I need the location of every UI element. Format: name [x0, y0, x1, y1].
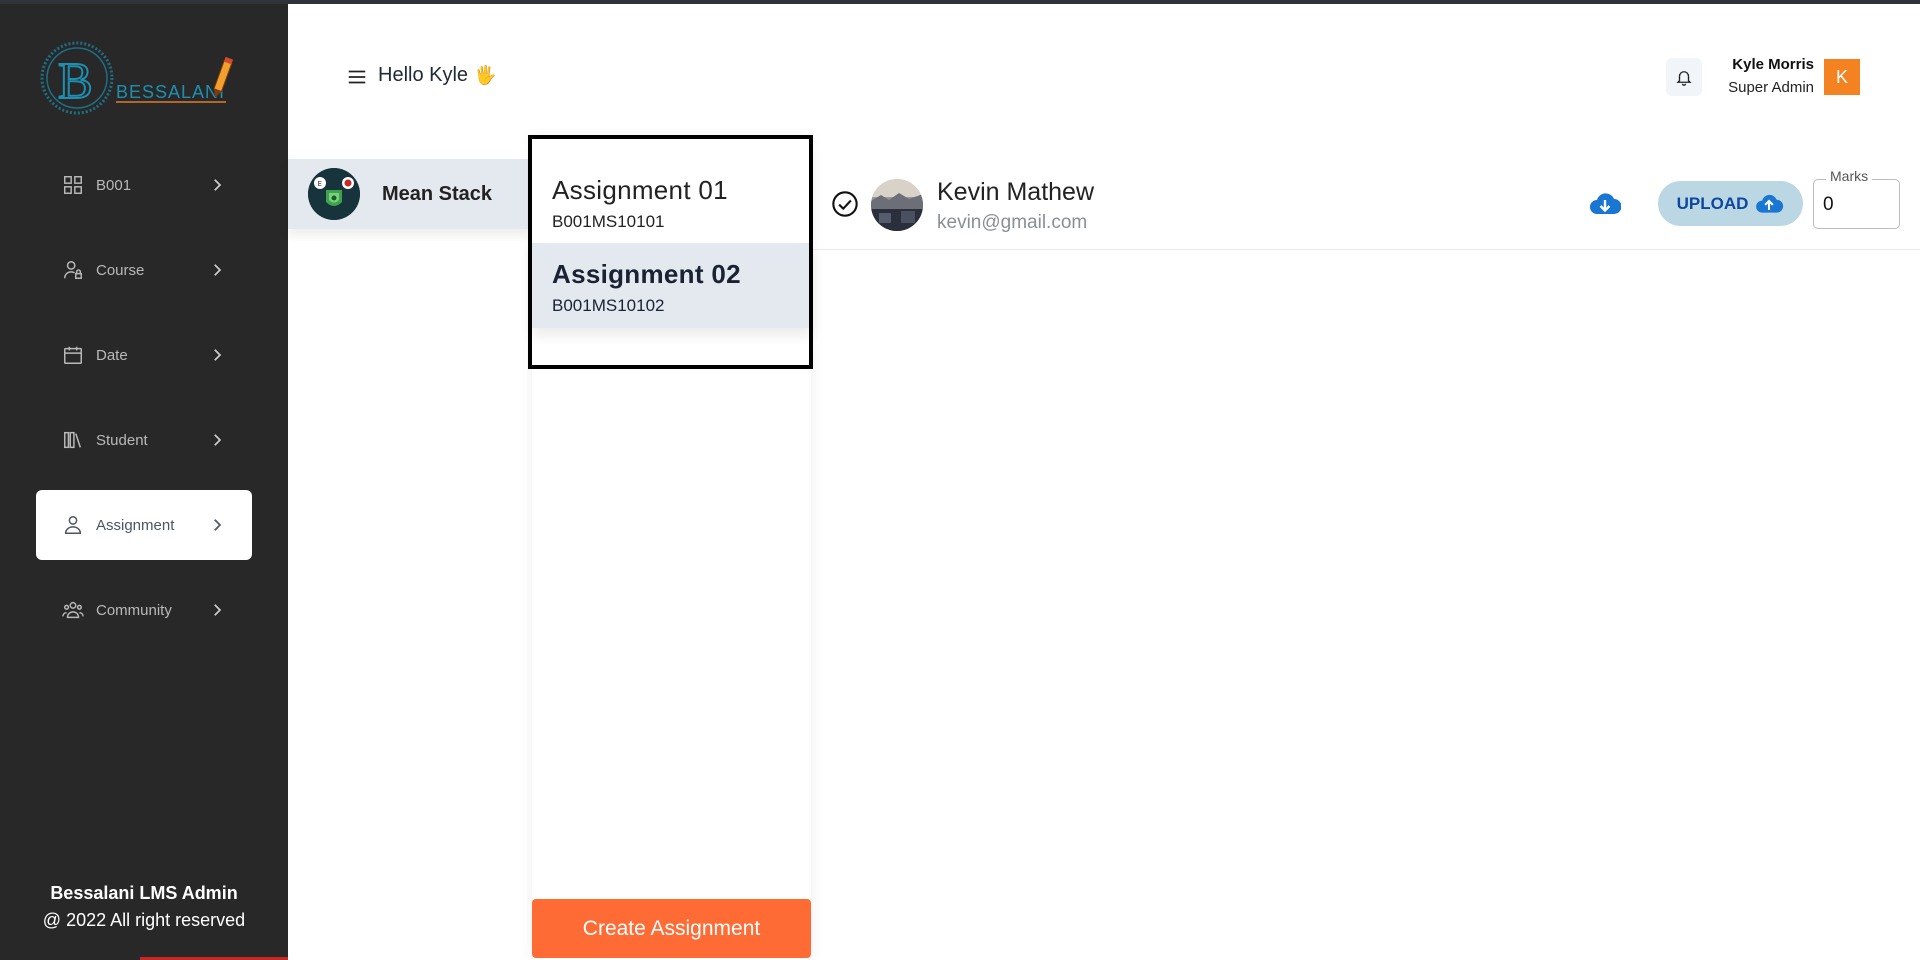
chevron-right-icon: [214, 179, 222, 191]
svg-text:B: B: [58, 53, 93, 110]
user-role: Super Admin: [1728, 79, 1814, 96]
chevron-right-icon: [214, 264, 222, 276]
sidebar-nav: B001 Course Date Student Assignment Comm…: [36, 150, 252, 660]
chevron-right-icon: [214, 519, 222, 531]
user-icon: [62, 514, 84, 536]
sidebar-item-student[interactable]: Student: [36, 405, 252, 475]
sidebar-item-label: B001: [96, 176, 132, 194]
footer-title: Bessalani LMS Admin: [50, 883, 238, 903]
assignment-title: Assignment 02: [552, 259, 741, 289]
assignment-code: B001MS10101: [552, 212, 665, 231]
create-assignment-button[interactable]: Create Assignment: [532, 899, 811, 958]
assignment-item[interactable]: Assignment 01 B001MS10101: [532, 159, 811, 244]
sidebar-item-label: Course: [96, 261, 145, 279]
marks-label: Marks: [1826, 168, 1873, 184]
sidebar-item-course[interactable]: Course: [36, 235, 252, 305]
top-border: [0, 0, 1920, 4]
upload-button[interactable]: UPLOAD: [1658, 181, 1803, 226]
footer-copyright: @ 2022 All right reserved: [42, 910, 246, 930]
sidebar-item-label: Assignment: [96, 516, 175, 534]
wave-emoji: 🖐: [474, 65, 497, 85]
assignment-title: Assignment 01: [552, 175, 728, 205]
chevron-right-icon: [214, 434, 222, 446]
user-name: Kyle Morris: [1732, 56, 1814, 73]
group-icon: [62, 599, 84, 621]
assignment-item-selected[interactable]: Assignment 02 B001MS10102: [532, 243, 811, 328]
hamburger-menu-icon[interactable]: [346, 66, 368, 88]
sidebar-item-label: Date: [96, 346, 128, 364]
calendar-icon: [62, 344, 84, 366]
sidebar-item-b001[interactable]: B001: [36, 150, 252, 220]
assignment-code: B001MS10102: [552, 296, 665, 315]
sidebar-item-date[interactable]: Date: [36, 320, 252, 390]
user-lock-icon: [62, 259, 84, 281]
marks-input[interactable]: [1823, 192, 1893, 218]
course-item-mean-stack[interactable]: E Mean Stack: [288, 159, 530, 229]
sidebar: B BESSALANI B001 Course Date Student Ass…: [0, 0, 288, 960]
greeting: Hello Kyle 🖐: [378, 64, 496, 87]
bessalani-logo[interactable]: B BESSALANI: [38, 40, 248, 120]
svg-text:BESSALANI: BESSALANI: [116, 82, 225, 102]
bell-icon: [1676, 71, 1692, 86]
sidebar-item-assignment[interactable]: Assignment: [36, 490, 252, 560]
cloud-download-icon[interactable]: [1589, 190, 1621, 218]
notifications-button[interactable]: [1666, 58, 1702, 96]
check-circle-icon[interactable]: [831, 190, 859, 218]
sidebar-footer: Bessalani LMS Admin @ 2022 All right res…: [0, 880, 288, 934]
upload-label: UPLOAD: [1676, 193, 1749, 213]
books-icon: [62, 429, 84, 451]
chevron-right-icon: [214, 604, 222, 616]
grid-icon: [62, 174, 84, 196]
sidebar-item-label: Community: [96, 601, 172, 619]
user-avatar[interactable]: K: [1824, 59, 1860, 95]
course-label: Mean Stack: [382, 182, 493, 205]
sidebar-item-community[interactable]: Community: [36, 575, 252, 645]
svg-text:E: E: [318, 180, 322, 188]
sidebar-item-label: Student: [96, 431, 148, 449]
student-email: kevin@gmail.com: [937, 212, 1088, 233]
cloud-upload-icon: [1756, 194, 1784, 213]
greeting-text: Hello Kyle: [378, 64, 469, 86]
student-avatar: [871, 179, 923, 231]
student-submission-row: Kevin Mathew kevin@gmail.com UPLOAD Mark…: [811, 168, 1920, 250]
student-name: Kevin Mathew: [937, 178, 1095, 206]
course-avatar: E: [308, 168, 360, 220]
chevron-right-icon: [214, 349, 222, 361]
